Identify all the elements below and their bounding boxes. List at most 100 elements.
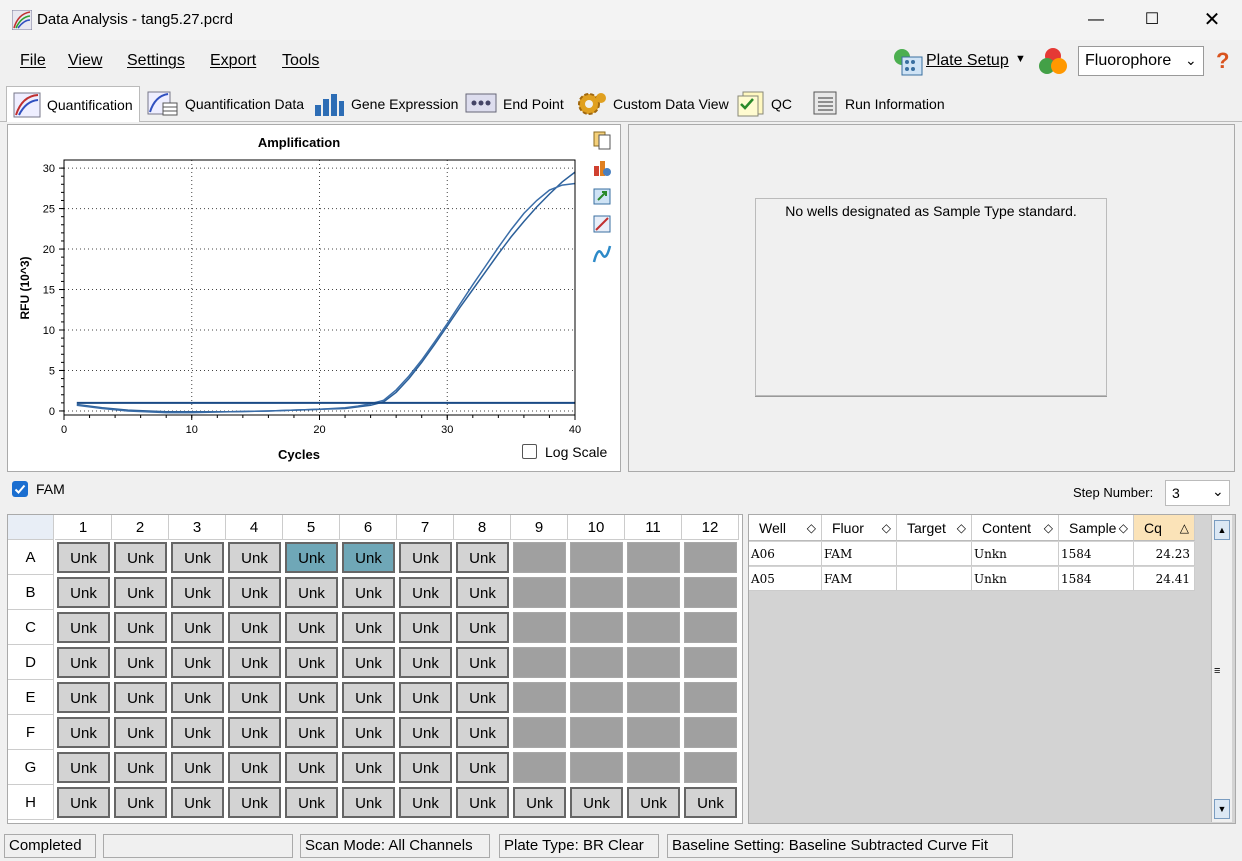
plate-row-header[interactable]: G <box>8 750 54 785</box>
plate-well-d7[interactable]: Unk <box>399 647 452 678</box>
plate-well-h11[interactable]: Unk <box>627 787 680 818</box>
tab-qc[interactable]: QC <box>730 86 799 122</box>
plate-well-h12[interactable]: Unk <box>684 787 737 818</box>
plate-row-header[interactable]: D <box>8 645 54 680</box>
maximize-button[interactable]: ☐ <box>1122 0 1182 40</box>
plate-well-g7[interactable]: Unk <box>399 752 452 783</box>
plate-well-b9[interactable] <box>513 577 566 608</box>
plate-well-c2[interactable]: Unk <box>114 612 167 643</box>
curve-icon[interactable] <box>592 244 612 264</box>
plate-column-header[interactable]: 4 <box>226 515 283 540</box>
plate-well-g11[interactable] <box>627 752 680 783</box>
plate-well-d11[interactable] <box>627 647 680 678</box>
plate-well-d1[interactable]: Unk <box>57 647 110 678</box>
plate-well-a10[interactable] <box>570 542 623 573</box>
plate-well-f12[interactable] <box>684 717 737 748</box>
fluorophore-color-icon[interactable] <box>1037 46 1069 78</box>
plate-well-g4[interactable]: Unk <box>228 752 281 783</box>
plate-well-g5[interactable]: Unk <box>285 752 338 783</box>
plate-well-a9[interactable] <box>513 542 566 573</box>
plate-well-e1[interactable]: Unk <box>57 682 110 713</box>
column-header-sample[interactable]: Sample ◇ <box>1059 515 1134 541</box>
plate-well-d4[interactable]: Unk <box>228 647 281 678</box>
tab-run-information[interactable]: Run Information <box>802 86 952 122</box>
scroll-down-icon[interactable]: ▼ <box>1214 799 1230 819</box>
plate-well-f5[interactable]: Unk <box>285 717 338 748</box>
plate-well-a1[interactable]: Unk <box>57 542 110 573</box>
sort-ascending-icon[interactable]: △ <box>1180 515 1189 541</box>
plate-well-c9[interactable] <box>513 612 566 643</box>
sort-icon[interactable]: ◇ <box>807 515 816 541</box>
plate-well-b6[interactable]: Unk <box>342 577 395 608</box>
plate-well-g2[interactable]: Unk <box>114 752 167 783</box>
plate-well-f1[interactable]: Unk <box>57 717 110 748</box>
plate-well-f11[interactable] <box>627 717 680 748</box>
plate-column-header[interactable]: 5 <box>283 515 340 540</box>
plate-well-c3[interactable]: Unk <box>171 612 224 643</box>
plate-well-e9[interactable] <box>513 682 566 713</box>
plate-well-c12[interactable] <box>684 612 737 643</box>
plate-well-c4[interactable]: Unk <box>228 612 281 643</box>
plate-well-a7[interactable]: Unk <box>399 542 452 573</box>
chart-settings-icon[interactable] <box>592 158 612 178</box>
table-cell[interactable]: 24.23 <box>1134 542 1195 566</box>
plate-well-e10[interactable] <box>570 682 623 713</box>
table-cell[interactable]: Unkn <box>972 567 1059 591</box>
plate-well-b2[interactable]: Unk <box>114 577 167 608</box>
log-scale-checkbox[interactable] <box>522 444 537 459</box>
plate-well-f2[interactable]: Unk <box>114 717 167 748</box>
table-cell[interactable]: Unkn <box>972 542 1059 566</box>
sort-icon[interactable]: ◇ <box>882 515 891 541</box>
tab-custom-data-view[interactable]: Custom Data View <box>568 86 736 122</box>
close-button[interactable]: ✕ <box>1182 0 1242 40</box>
sort-icon[interactable]: ◇ <box>1119 515 1128 541</box>
plate-well-h3[interactable]: Unk <box>171 787 224 818</box>
column-header-content[interactable]: Content ◇ <box>972 515 1059 541</box>
sort-icon[interactable]: ◇ <box>957 515 966 541</box>
plate-well-c8[interactable]: Unk <box>456 612 509 643</box>
plate-well-d10[interactable] <box>570 647 623 678</box>
plate-well-c7[interactable]: Unk <box>399 612 452 643</box>
plate-well-a3[interactable]: Unk <box>171 542 224 573</box>
plate-well-d9[interactable] <box>513 647 566 678</box>
plate-well-c1[interactable]: Unk <box>57 612 110 643</box>
plate-well-f8[interactable]: Unk <box>456 717 509 748</box>
plate-well-d6[interactable]: Unk <box>342 647 395 678</box>
plate-well-a2[interactable]: Unk <box>114 542 167 573</box>
table-cell[interactable]: 1584 <box>1059 567 1134 591</box>
plate-row-header[interactable]: C <box>8 610 54 645</box>
tab-end-point[interactable]: End Point <box>458 86 571 122</box>
plate-well-f7[interactable]: Unk <box>399 717 452 748</box>
table-cell[interactable] <box>897 542 972 566</box>
tab-quantification[interactable]: Quantification <box>6 86 140 122</box>
plate-column-header[interactable]: 9 <box>511 515 568 540</box>
plate-well-f6[interactable]: Unk <box>342 717 395 748</box>
plate-well-d12[interactable] <box>684 647 737 678</box>
plate-well-e2[interactable]: Unk <box>114 682 167 713</box>
column-header-target[interactable]: Target ◇ <box>897 515 972 541</box>
plate-row-header[interactable]: E <box>8 680 54 715</box>
help-icon[interactable]: ? <box>1216 48 1229 74</box>
table-cell[interactable]: 24.41 <box>1134 567 1195 591</box>
plate-well-g10[interactable] <box>570 752 623 783</box>
plate-well-e5[interactable]: Unk <box>285 682 338 713</box>
plate-well-f3[interactable]: Unk <box>171 717 224 748</box>
minimize-button[interactable]: — <box>1066 0 1126 40</box>
table-cell[interactable]: A06 <box>749 542 822 566</box>
menu-view[interactable]: View <box>68 52 102 70</box>
plate-well-b7[interactable]: Unk <box>399 577 452 608</box>
select-all-corner[interactable] <box>8 515 54 540</box>
plate-well-c10[interactable] <box>570 612 623 643</box>
step-number-select[interactable]: 3 ⌄ <box>1165 480 1230 506</box>
menu-settings[interactable]: Settings <box>127 52 185 70</box>
plate-well-h7[interactable]: Unk <box>399 787 452 818</box>
plate-well-b5[interactable]: Unk <box>285 577 338 608</box>
plate-well-h2[interactable]: Unk <box>114 787 167 818</box>
plate-well-h5[interactable]: Unk <box>285 787 338 818</box>
plate-well-g6[interactable]: Unk <box>342 752 395 783</box>
plate-well-c11[interactable] <box>627 612 680 643</box>
plate-well-b1[interactable]: Unk <box>57 577 110 608</box>
sort-icon[interactable]: ◇ <box>1044 515 1053 541</box>
menu-export[interactable]: Export <box>210 52 256 70</box>
column-header-fluor[interactable]: Fluor ◇ <box>822 515 897 541</box>
